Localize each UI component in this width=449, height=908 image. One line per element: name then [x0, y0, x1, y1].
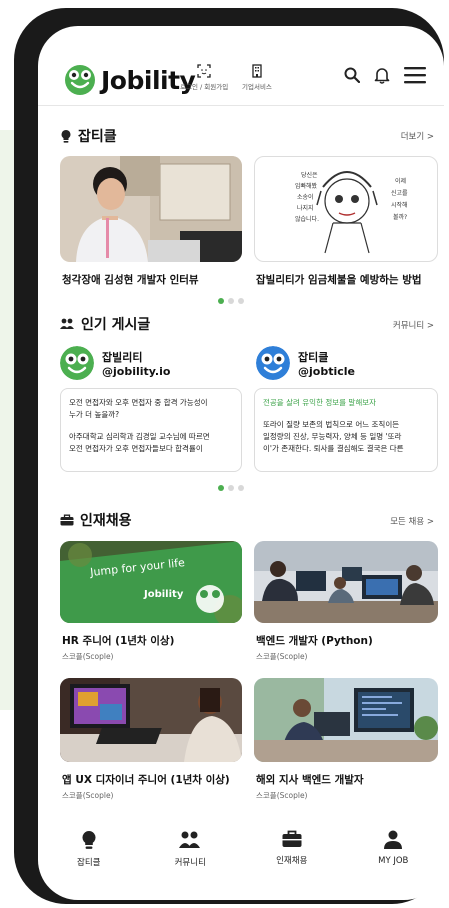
job-image-1[interactable]: Jump for your life Jobility	[60, 541, 242, 623]
post-card-1[interactable]: 오전 면접자와 오후 면접자 중 합격 가능성이 누가 더 높을까? 아주대학교…	[60, 388, 242, 472]
tab-label: 커뮤니티	[174, 858, 206, 868]
bulb-icon	[82, 830, 96, 849]
search-icon[interactable]	[344, 67, 360, 83]
designer-desk-image	[60, 678, 242, 762]
phone-frame: Jobility 로그인 / 회원가입 기업서비스 잡티클 더보기 > 당신은 …	[14, 8, 444, 904]
dot[interactable]	[238, 485, 244, 491]
profile-name-2: 잡티클	[298, 350, 329, 364]
article-title-1[interactable]: 청각장애 김성현 개발자 인터뷰	[62, 272, 199, 287]
tab-label: 잡티클	[77, 858, 101, 868]
job-title-2[interactable]: 백엔드 개발자 (Python)	[256, 633, 373, 648]
tab-community[interactable]: 커뮤니티	[150, 830, 230, 900]
job-image-4[interactable]	[254, 678, 438, 762]
post-card-2[interactable]: 전공을 살려 유익한 정보를 말해보자 또라이 질량 보존의 법칙으로 어느 조…	[254, 388, 438, 472]
post-2-line-3: 일정량의 진상, 무능력자, 양체 등 일명 '또라	[263, 432, 402, 441]
jump-banner-image	[60, 541, 242, 623]
bulb-icon	[61, 130, 71, 143]
job-company-1: 스코플(Scople)	[62, 652, 114, 661]
briefcase-icon	[282, 830, 302, 847]
dot-active[interactable]	[218, 485, 224, 491]
face-scan-icon	[197, 64, 211, 78]
jobs-more-link[interactable]: 모든 채용 >	[390, 515, 434, 527]
tab-my-job[interactable]: MY JOB	[353, 830, 433, 900]
community-icon	[60, 318, 74, 329]
jobticle-section-title: 잡티클	[60, 126, 117, 146]
dot[interactable]	[228, 298, 234, 304]
popular-section-title: 인기 게시글	[60, 314, 150, 334]
article-title-2[interactable]: 잡빌리티가 임금체불을 예방하는 방법	[256, 272, 422, 287]
svg-text:볼까?: 볼까?	[393, 213, 407, 221]
frog-logo-icon	[65, 65, 95, 95]
menu-icon[interactable]	[404, 66, 426, 84]
bottom-tab-bar: 잡티클 커뮤니티 인재채용 MY JOB	[38, 816, 444, 900]
profile-handle-1: @jobility.io	[102, 364, 171, 378]
business-label: 기업서비스	[242, 83, 272, 91]
post-1-line-2: 누가 더 높을까?	[69, 410, 120, 419]
building-icon	[252, 64, 262, 78]
cartoon-illustration: 당신은 임빠해봤 소송이 나지지 않습니다. 이제 신고를 시작해 볼까?	[295, 171, 408, 254]
post-2-line-1: 전공을 살려 유익한 정보를 말해보자	[263, 398, 377, 407]
tab-jobticle[interactable]: 잡티클	[49, 830, 129, 900]
person-icon	[384, 830, 403, 849]
job-title-3[interactable]: 앱 UX 디자이너 주니어 (1년차 이상)	[62, 772, 230, 787]
job-company-3: 스코플(Scople)	[62, 791, 114, 800]
app-screen: Jobility 로그인 / 회원가입 기업서비스 잡티클 더보기 > 당신은 …	[38, 26, 444, 900]
backend-developer-image	[254, 678, 438, 762]
svg-text:당신은: 당신은	[301, 171, 318, 179]
profile-jobticle[interactable]: 잡티클 @jobticle	[256, 346, 355, 380]
header-icons	[344, 66, 426, 84]
interview-photo[interactable]	[60, 156, 242, 262]
app-header: Jobility 로그인 / 회원가입 기업서비스	[38, 26, 444, 106]
post-1-line-1: 오전 면접자와 오후 면접자 중 합격 가능성이	[69, 398, 208, 407]
job-title-1[interactable]: HR 주니어 (1년차 이상)	[62, 633, 174, 648]
carousel-dots-2	[218, 485, 244, 491]
briefcase-icon	[60, 514, 74, 526]
banner-brand: Jobility	[144, 589, 184, 600]
profile-name-1: 잡빌리티	[102, 350, 143, 364]
svg-text:시작해: 시작해	[391, 201, 408, 209]
svg-text:이제: 이제	[395, 177, 406, 185]
bell-icon[interactable]	[374, 66, 390, 84]
jobs-section-title: 인재채용	[60, 510, 132, 530]
developers-office-image	[254, 541, 438, 623]
login-button[interactable]: 로그인 / 회원가입	[180, 64, 228, 91]
post-1-line-3: 아주대학교 심리학과 김경일 교수님에 따르면	[69, 432, 210, 441]
svg-text:신고를: 신고를	[391, 189, 408, 197]
carousel-dots-1	[218, 298, 244, 304]
dot-active[interactable]	[218, 298, 224, 304]
logo[interactable]: Jobility	[64, 64, 196, 96]
job-title-4[interactable]: 해외 지사 백엔드 개발자	[256, 772, 364, 787]
tab-label: MY JOB	[378, 856, 409, 866]
interview-image	[60, 156, 242, 262]
community-more-link[interactable]: 커뮤니티 >	[393, 319, 434, 331]
svg-text:임빠해봤: 임빠해봤	[295, 182, 318, 190]
profile-handle-2: @jobticle	[298, 364, 355, 378]
dot[interactable]	[228, 485, 234, 491]
tab-label: 인재채용	[276, 856, 308, 866]
frog-avatar-icon	[60, 346, 94, 380]
cartoon-image[interactable]: 당신은 임빠해봤 소송이 나지지 않습니다. 이제 신고를 시작해 볼까?	[254, 156, 438, 262]
profile-jobility[interactable]: 잡빌리티 @jobility.io	[60, 346, 170, 380]
job-image-3[interactable]	[60, 678, 242, 762]
business-service-button[interactable]: 기업서비스	[242, 64, 272, 91]
tab-recruit[interactable]: 인재채용	[252, 830, 332, 900]
job-image-2[interactable]	[254, 541, 438, 623]
job-company-4: 스코플(Scople)	[256, 791, 308, 800]
post-1-line-4: 오전 면접자가 오후 면접자들보다 합격률이	[69, 444, 203, 453]
post-2-line-4: 이'가 존재한다. 퇴사를 결심해도 결국은 다른	[263, 444, 404, 453]
job-company-2: 스코플(Scople)	[256, 652, 308, 661]
svg-text:나지지: 나지지	[297, 204, 314, 212]
post-2-line-2: 또라이 질량 보존의 법칙으로 어느 조직이든	[263, 420, 400, 429]
dot[interactable]	[238, 298, 244, 304]
jobticle-more-link[interactable]: 더보기 >	[401, 130, 434, 142]
svg-text:않습니다.: 않습니다.	[295, 215, 319, 223]
svg-text:소송이: 소송이	[297, 193, 314, 201]
frog-avatar-icon	[256, 346, 290, 380]
community-icon	[179, 831, 201, 848]
login-label: 로그인 / 회원가입	[180, 83, 229, 91]
